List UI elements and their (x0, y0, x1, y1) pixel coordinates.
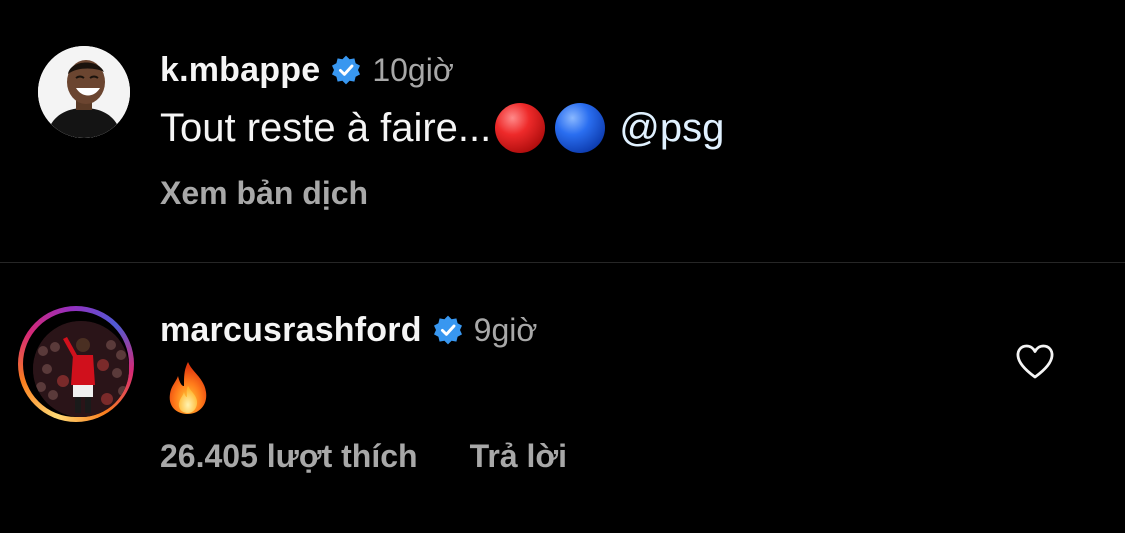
mention-link[interactable]: @psg (619, 106, 724, 151)
reply-button[interactable]: Trả lời (470, 438, 567, 475)
comment-time: 9giờ (473, 311, 538, 348)
comment-actions: 26.405 lượt thích Trả lời (160, 438, 567, 475)
red-circle-emoji (495, 103, 546, 153)
verified-badge-icon (432, 314, 464, 346)
avatar-mbappe[interactable] (38, 46, 130, 138)
comment-header: k.mbappe 10giờ (160, 48, 454, 92)
comment-text: Tout reste à faire... @psg (160, 101, 724, 155)
heart-outline-icon[interactable] (1015, 343, 1055, 381)
username[interactable]: marcusrashford (160, 311, 422, 350)
fire-emoji (164, 360, 212, 416)
likes-count[interactable]: 26.405 lượt thích (160, 438, 418, 475)
see-translation-button[interactable]: Xem bản dịch (160, 175, 368, 212)
username[interactable]: k.mbappe (160, 51, 320, 90)
blue-circle-emoji (555, 103, 606, 153)
verified-badge-icon (330, 54, 362, 86)
comment-text-body: Tout reste à faire... (160, 105, 492, 150)
comment-time: 10giờ (372, 51, 454, 88)
comment-mbappe: k.mbappe 10giờ Tout reste à faire... @ps… (0, 0, 1125, 262)
comment-header: marcusrashford 9giờ (160, 308, 537, 352)
